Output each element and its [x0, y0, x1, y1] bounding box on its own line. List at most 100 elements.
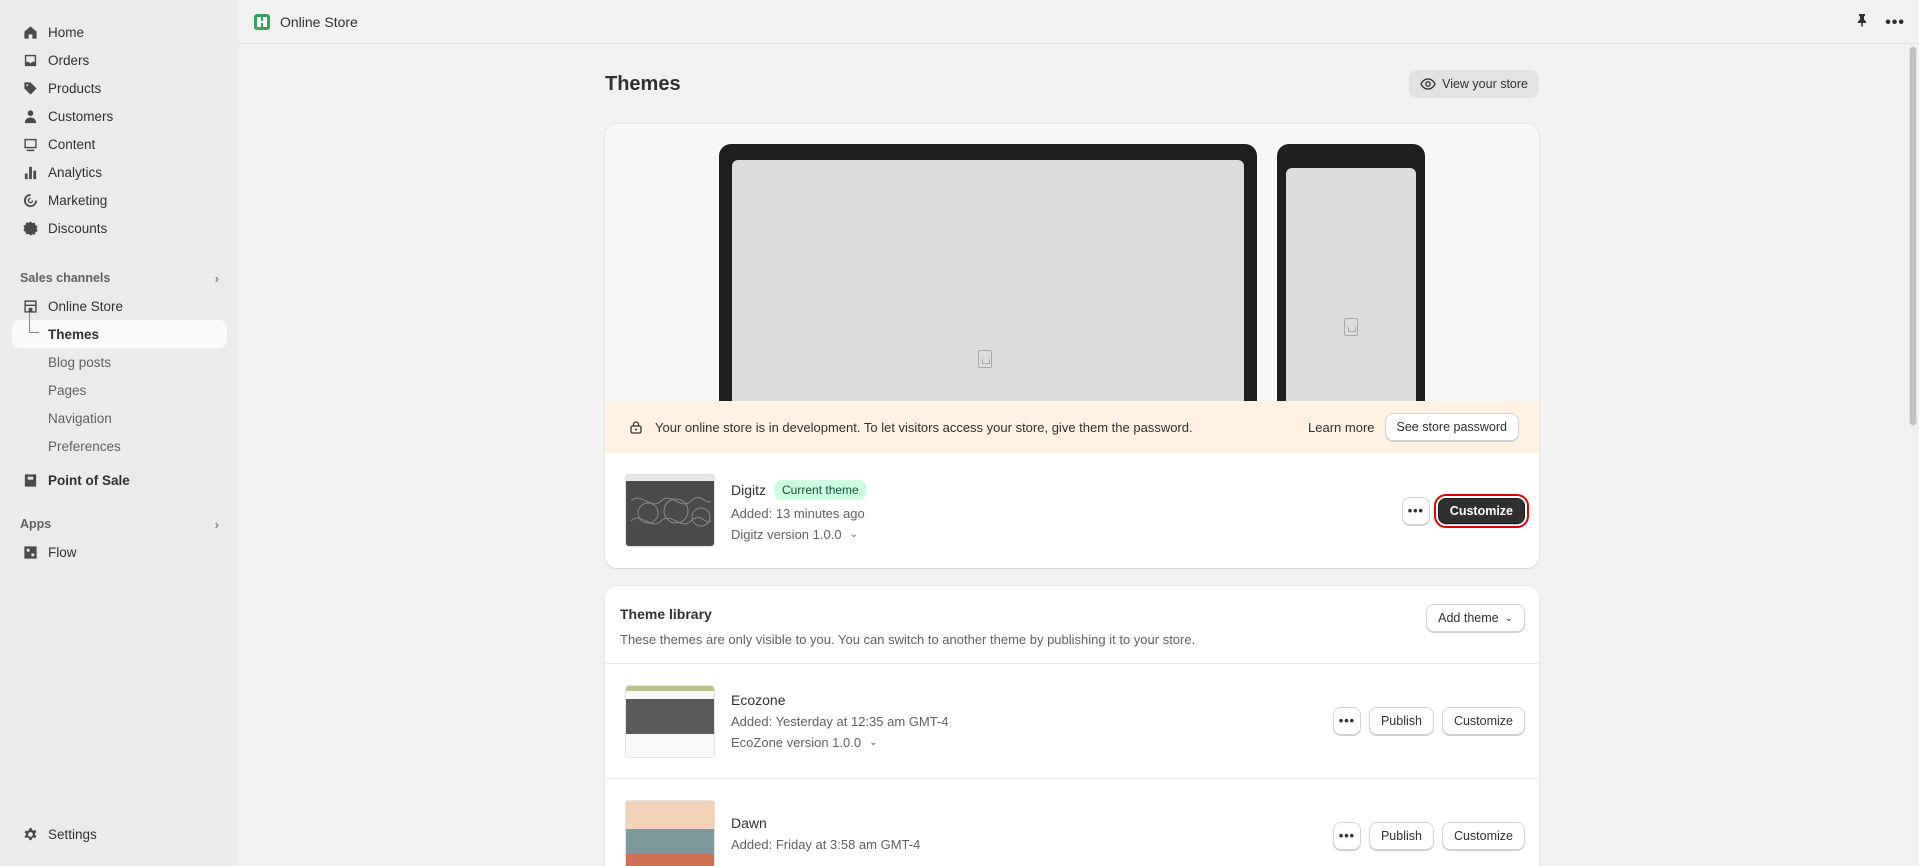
chevron-down-icon: ⌄ [849, 528, 858, 540]
chevron-right-icon: › [214, 270, 219, 286]
nav-item-home[interactable]: Home [0, 18, 239, 46]
development-banner: Your online store is in development. To … [605, 401, 1539, 453]
nav-item-discounts[interactable]: Discounts [0, 214, 239, 242]
theme-thumbnail-art [630, 496, 712, 527]
nav-label: Customers [48, 108, 114, 124]
nav-label: Content [48, 136, 96, 152]
nav-item-point-of-sale[interactable]: Point of Sale [0, 466, 239, 494]
sidebar: Home Orders Products Customers Content A… [0, 0, 239, 866]
apps-header[interactable]: Apps › [0, 510, 239, 538]
sales-channels-label: Sales channels [20, 271, 111, 285]
discount-icon [22, 220, 38, 236]
mobile-preview [1277, 144, 1425, 401]
eye-icon [1420, 78, 1436, 90]
nav-item-content[interactable]: Content [0, 130, 239, 158]
main-content: Themes View your store Your online store… [605, 44, 1539, 866]
nav-label: Marketing [48, 192, 108, 208]
tag-icon [22, 80, 38, 96]
library-theme-actions: ••• Publish Customize [1332, 822, 1525, 850]
nav-item-products[interactable]: Products [0, 74, 239, 102]
scrollbar-thumb[interactable] [1909, 46, 1917, 426]
theme-added: Added: Friday at 3:58 am GMT-4 [731, 836, 921, 852]
theme-version-dropdown[interactable]: Digitz version 1.0.0 ⌄ [731, 527, 867, 542]
chevron-down-icon: ⌄ [869, 737, 878, 748]
theme-version-dropdown[interactable]: EcoZone version 1.0.0 ⌄ [731, 735, 949, 750]
add-theme-label: Add theme [1438, 611, 1499, 625]
page-header: Themes View your store [605, 44, 1539, 124]
current-theme-row: Digitz Current theme Added: 13 minutes a… [605, 453, 1539, 568]
banner-message: Your online store is in development. To … [655, 419, 1193, 435]
nav-item-customers[interactable]: Customers [0, 102, 239, 130]
top-bar: Online Store ••• [239, 0, 1919, 44]
person-icon [22, 108, 38, 124]
current-theme-actions: ••• Customize [1401, 493, 1530, 528]
image-placeholder-icon [978, 350, 992, 368]
theme-name: Digitz [731, 481, 767, 498]
home-icon [22, 24, 38, 40]
customize-button[interactable]: Customize [1441, 707, 1525, 735]
current-theme-card: Your online store is in development. To … [605, 124, 1539, 568]
desktop-preview [719, 144, 1257, 401]
publish-button[interactable]: Publish [1368, 822, 1434, 850]
topbar-actions: ••• [1855, 13, 1905, 32]
theme-name: Ecozone [731, 692, 786, 708]
customize-button[interactable]: Customize [1433, 493, 1530, 528]
more-options-icon[interactable]: ••• [1885, 14, 1905, 32]
more-actions-button[interactable]: ••• [1332, 707, 1361, 735]
scrollbar[interactable] [1907, 44, 1919, 866]
add-theme-button[interactable]: Add theme ⌄ [1426, 604, 1525, 632]
pos-icon [22, 472, 38, 488]
theme-thumbnail [625, 684, 715, 758]
sub-item-navigation[interactable]: Navigation [12, 404, 227, 432]
content-icon [22, 136, 38, 152]
theme-library-description: These themes are only visible to you. Yo… [620, 632, 1196, 647]
apps-label: Apps [20, 517, 52, 531]
nav-label: Settings [48, 826, 97, 842]
image-placeholder-icon [1344, 318, 1358, 336]
sub-item-label: Navigation [48, 410, 112, 426]
nav-label: Products [48, 80, 102, 96]
online-store-icon [254, 13, 270, 30]
view-store-button[interactable]: View your store [1409, 70, 1539, 98]
desktop-preview-screen [732, 160, 1244, 401]
gear-icon [22, 826, 38, 842]
library-theme-actions: ••• Publish Customize [1332, 707, 1525, 735]
more-actions-button[interactable]: ••• [1332, 822, 1361, 850]
theme-library-card: Theme library These themes are only visi… [605, 586, 1539, 866]
sub-item-blog-posts[interactable]: Blog posts [12, 348, 227, 376]
bar-chart-icon [22, 164, 38, 180]
nav-item-analytics[interactable]: Analytics [0, 158, 239, 186]
theme-version: Digitz version 1.0.0 [731, 526, 842, 542]
nav-label: Discounts [48, 220, 108, 236]
sub-item-themes[interactable]: Themes [12, 312, 227, 348]
pin-icon[interactable] [1855, 13, 1869, 32]
nav-item-orders[interactable]: Orders [0, 46, 239, 74]
sidebar-bottom: Settings [0, 820, 239, 848]
theme-added: Added: Yesterday at 12:35 am GMT-4 [731, 714, 949, 729]
page-title: Themes [605, 72, 681, 95]
learn-more-link[interactable]: Learn more [1308, 420, 1374, 435]
nav-label: Online Store [48, 298, 124, 314]
nav-list: Home Orders Products Customers Content A… [0, 18, 239, 242]
nav-item-settings[interactable]: Settings [0, 820, 239, 848]
see-store-password-button[interactable]: See store password [1384, 413, 1519, 441]
current-theme-badge: Current theme [774, 479, 867, 500]
flow-icon [22, 544, 38, 560]
topbar-title: Online Store [280, 13, 358, 30]
theme-version: EcoZone version 1.0.0 [731, 735, 862, 750]
nav-label: Flow [48, 544, 77, 560]
theme-thumbnail [625, 799, 715, 866]
chevron-right-icon: › [214, 516, 219, 532]
nav-item-flow[interactable]: Flow [0, 538, 239, 566]
theme-added: Added: 13 minutes ago [731, 505, 865, 521]
customize-button[interactable]: Customize [1441, 822, 1525, 850]
sub-item-pages[interactable]: Pages [12, 376, 227, 404]
library-theme-row: Ecozone Added: Yesterday at 12:35 am GMT… [605, 664, 1539, 779]
publish-button[interactable]: Publish [1368, 707, 1434, 735]
nav-item-marketing[interactable]: Marketing [0, 186, 239, 214]
sales-channels-header[interactable]: Sales channels › [0, 264, 239, 292]
more-actions-button[interactable]: ••• [1401, 496, 1430, 525]
nav-label: Orders [48, 52, 90, 68]
sub-item-preferences[interactable]: Preferences [12, 432, 227, 460]
library-theme-info: Dawn Added: Friday at 3:58 am GMT-4 [731, 815, 920, 858]
